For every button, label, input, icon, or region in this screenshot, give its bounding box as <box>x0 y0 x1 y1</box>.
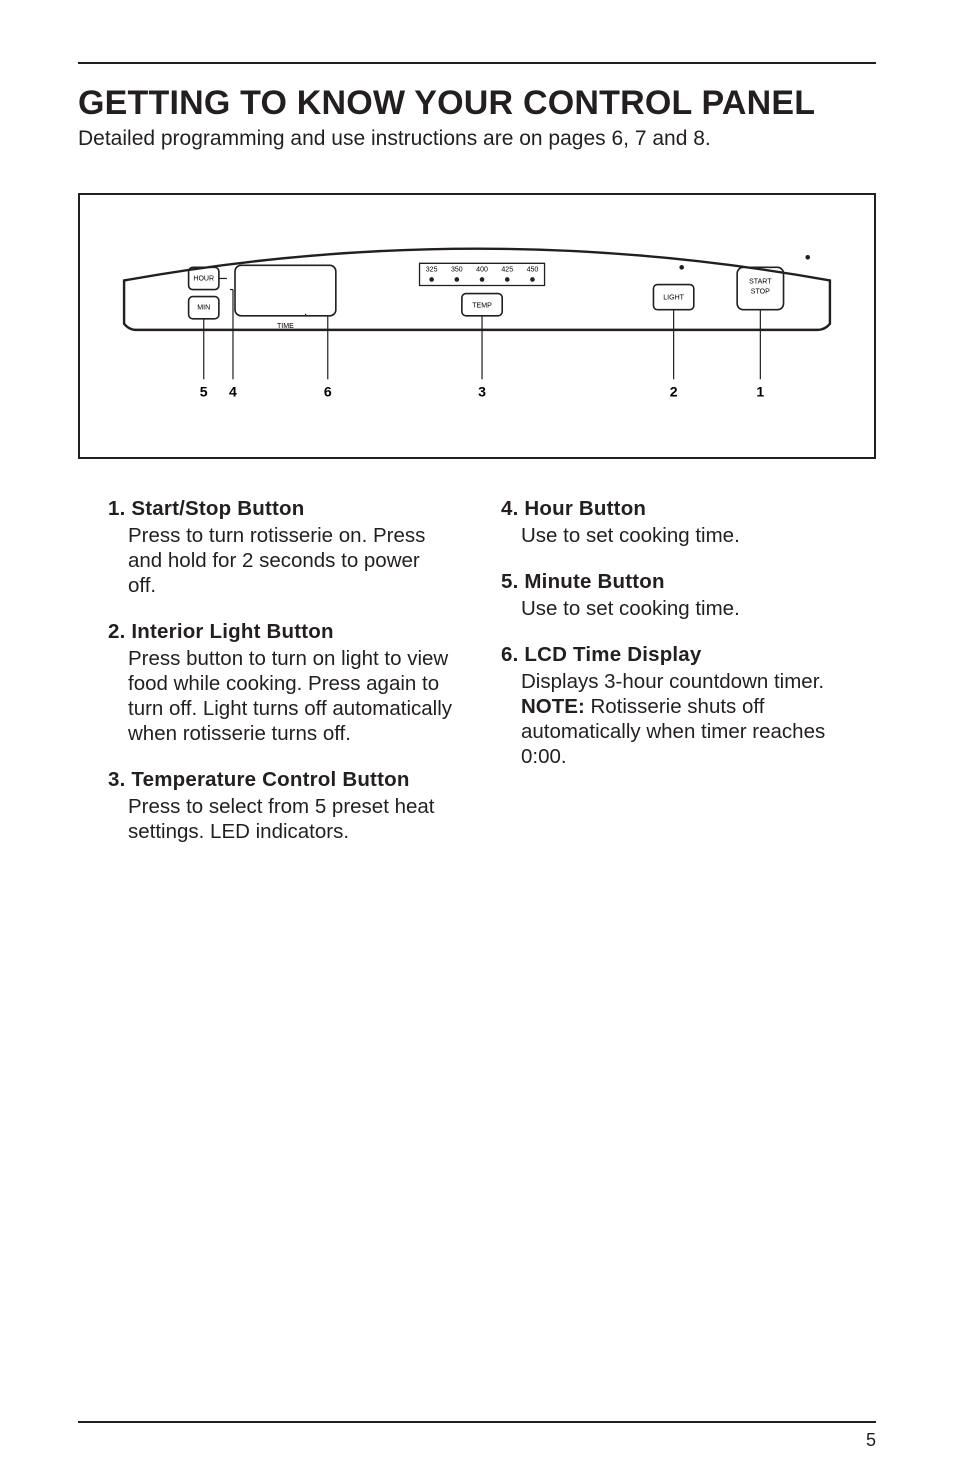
temp-dot <box>530 277 535 282</box>
top-rule <box>78 62 876 64</box>
item-body: Press to turn rotisserie on. Press and h… <box>108 523 453 598</box>
left-column: 1. Start/Stop Button Press to turn rotis… <box>108 497 453 866</box>
item-title: 3. Temperature Control Button <box>108 768 453 792</box>
temp-400: 400 <box>476 266 488 273</box>
item-body: Press button to turn on light to view fo… <box>108 646 453 746</box>
item-5: 5. Minute Button Use to set cooking time… <box>501 570 846 621</box>
item-title: 2. Interior Light Button <box>108 620 453 644</box>
callout-5: 5 <box>200 383 208 399</box>
bottom-rule <box>78 1421 876 1423</box>
description-columns: 1. Start/Stop Button Press to turn rotis… <box>78 497 876 866</box>
temp-label: TEMP <box>472 303 492 310</box>
callout-4: 4 <box>229 383 237 399</box>
time-label: TIME <box>277 323 294 330</box>
control-panel-svg: HOUR MIN TIME 325 350 400 425 450 <box>114 223 840 435</box>
control-panel-diagram: HOUR MIN TIME 325 350 400 425 450 <box>78 193 876 459</box>
page-content: GETTING TO KNOW YOUR CONTROL PANEL Detai… <box>78 84 876 866</box>
item-4: 4. Hour Button Use to set cooking time. <box>501 497 846 548</box>
start-label: START <box>749 279 772 286</box>
stop-label: STOP <box>751 289 770 296</box>
note-label: NOTE: <box>521 695 585 718</box>
callout-1: 1 <box>756 383 764 399</box>
item-body: Use to set cooking time. <box>501 523 846 548</box>
item-body: Displays 3-hour countdown timer. NOTE: R… <box>501 669 846 769</box>
temp-dot <box>429 277 434 282</box>
item-2: 2. Interior Light Button Press button to… <box>108 620 453 746</box>
item-title: 1. Start/Stop Button <box>108 497 453 521</box>
light-label: LIGHT <box>663 295 684 302</box>
startstop-indicator-dot <box>805 255 810 260</box>
hour-label: HOUR <box>193 275 214 282</box>
right-column: 4. Hour Button Use to set cooking time. … <box>501 497 846 866</box>
item-1: 1. Start/Stop Button Press to turn rotis… <box>108 497 453 598</box>
item-title: 6. LCD Time Display <box>501 643 846 667</box>
page-subtitle: Detailed programming and use instruction… <box>78 127 876 151</box>
light-indicator-dot <box>679 265 684 270</box>
item-3: 3. Temperature Control Button Press to s… <box>108 768 453 844</box>
callout-2: 2 <box>670 383 678 399</box>
temp-425: 425 <box>501 266 513 273</box>
item-title: 4. Hour Button <box>501 497 846 521</box>
temp-dot <box>480 277 485 282</box>
item-6: 6. LCD Time Display Displays 3-hour coun… <box>501 643 846 769</box>
item-body: Use to set cooking time. <box>501 596 846 621</box>
temp-dot <box>455 277 460 282</box>
temp-450: 450 <box>527 266 539 273</box>
temp-350: 350 <box>451 266 463 273</box>
callout-6: 6 <box>324 383 332 399</box>
min-label: MIN <box>197 305 210 312</box>
temp-dot <box>505 277 510 282</box>
item-body: Press to select from 5 preset heat setti… <box>108 794 453 844</box>
callout-3: 3 <box>478 383 486 399</box>
page-heading: GETTING TO KNOW YOUR CONTROL PANEL <box>78 84 876 123</box>
temp-325: 325 <box>426 266 438 273</box>
page-number: 5 <box>866 1430 876 1451</box>
item-title: 5. Minute Button <box>501 570 846 594</box>
body-pre: Displays 3-hour countdown timer. <box>521 670 824 693</box>
